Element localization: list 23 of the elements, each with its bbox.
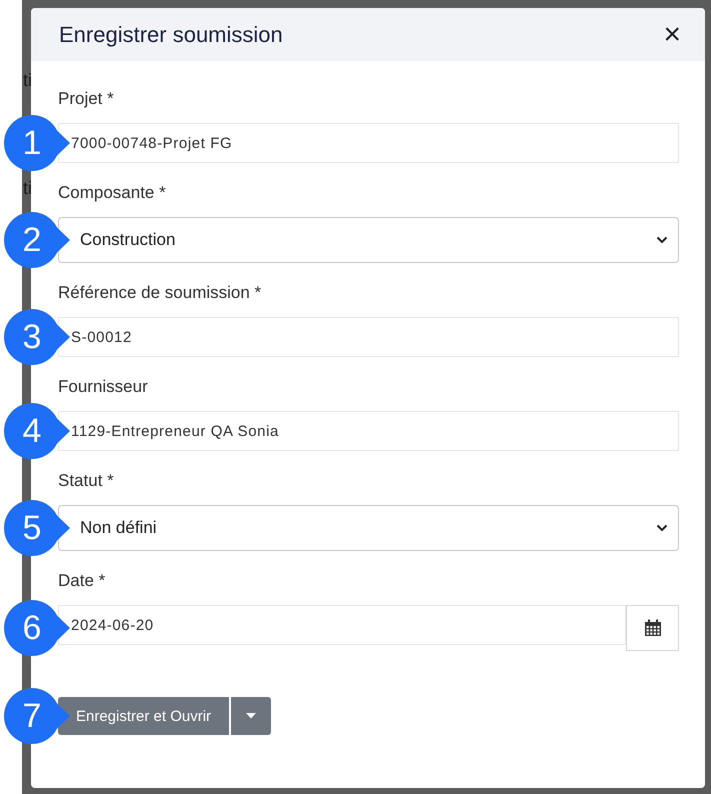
field-label: Projet * [58,89,115,109]
close-button[interactable]: × [663,20,681,50]
calendar-icon [644,619,662,637]
text-field[interactable]: 7000-00748-Projet FG [58,123,679,163]
background-text: ti [23,70,32,91]
chevron-down-icon [656,524,668,532]
field-label: Fournisseur [58,377,149,397]
chevron-down-icon [656,236,668,244]
text-field[interactable]: 1129-Entrepreneur QA Sonia [58,411,679,451]
field-label: Composante * [58,183,167,203]
dropdown[interactable]: Non défini [58,505,679,551]
save-button[interactable]: Enregistrer et Ouvrir [58,697,230,735]
field-label: Référence de soumission * [58,283,262,303]
dropdown[interactable]: Construction [58,217,679,263]
calendar-button[interactable] [626,605,679,651]
field-label: Date * [58,571,106,591]
date-field[interactable]: 2024-06-20 [58,605,626,645]
caret-icon [246,713,256,719]
dropdown-toggle-button[interactable] [231,697,272,735]
dialog-title: Enregistrer soumission [59,22,283,48]
background-text: ti [23,178,32,199]
field-label: Statut * [58,471,115,491]
text-field[interactable]: S-00012 [58,317,679,357]
